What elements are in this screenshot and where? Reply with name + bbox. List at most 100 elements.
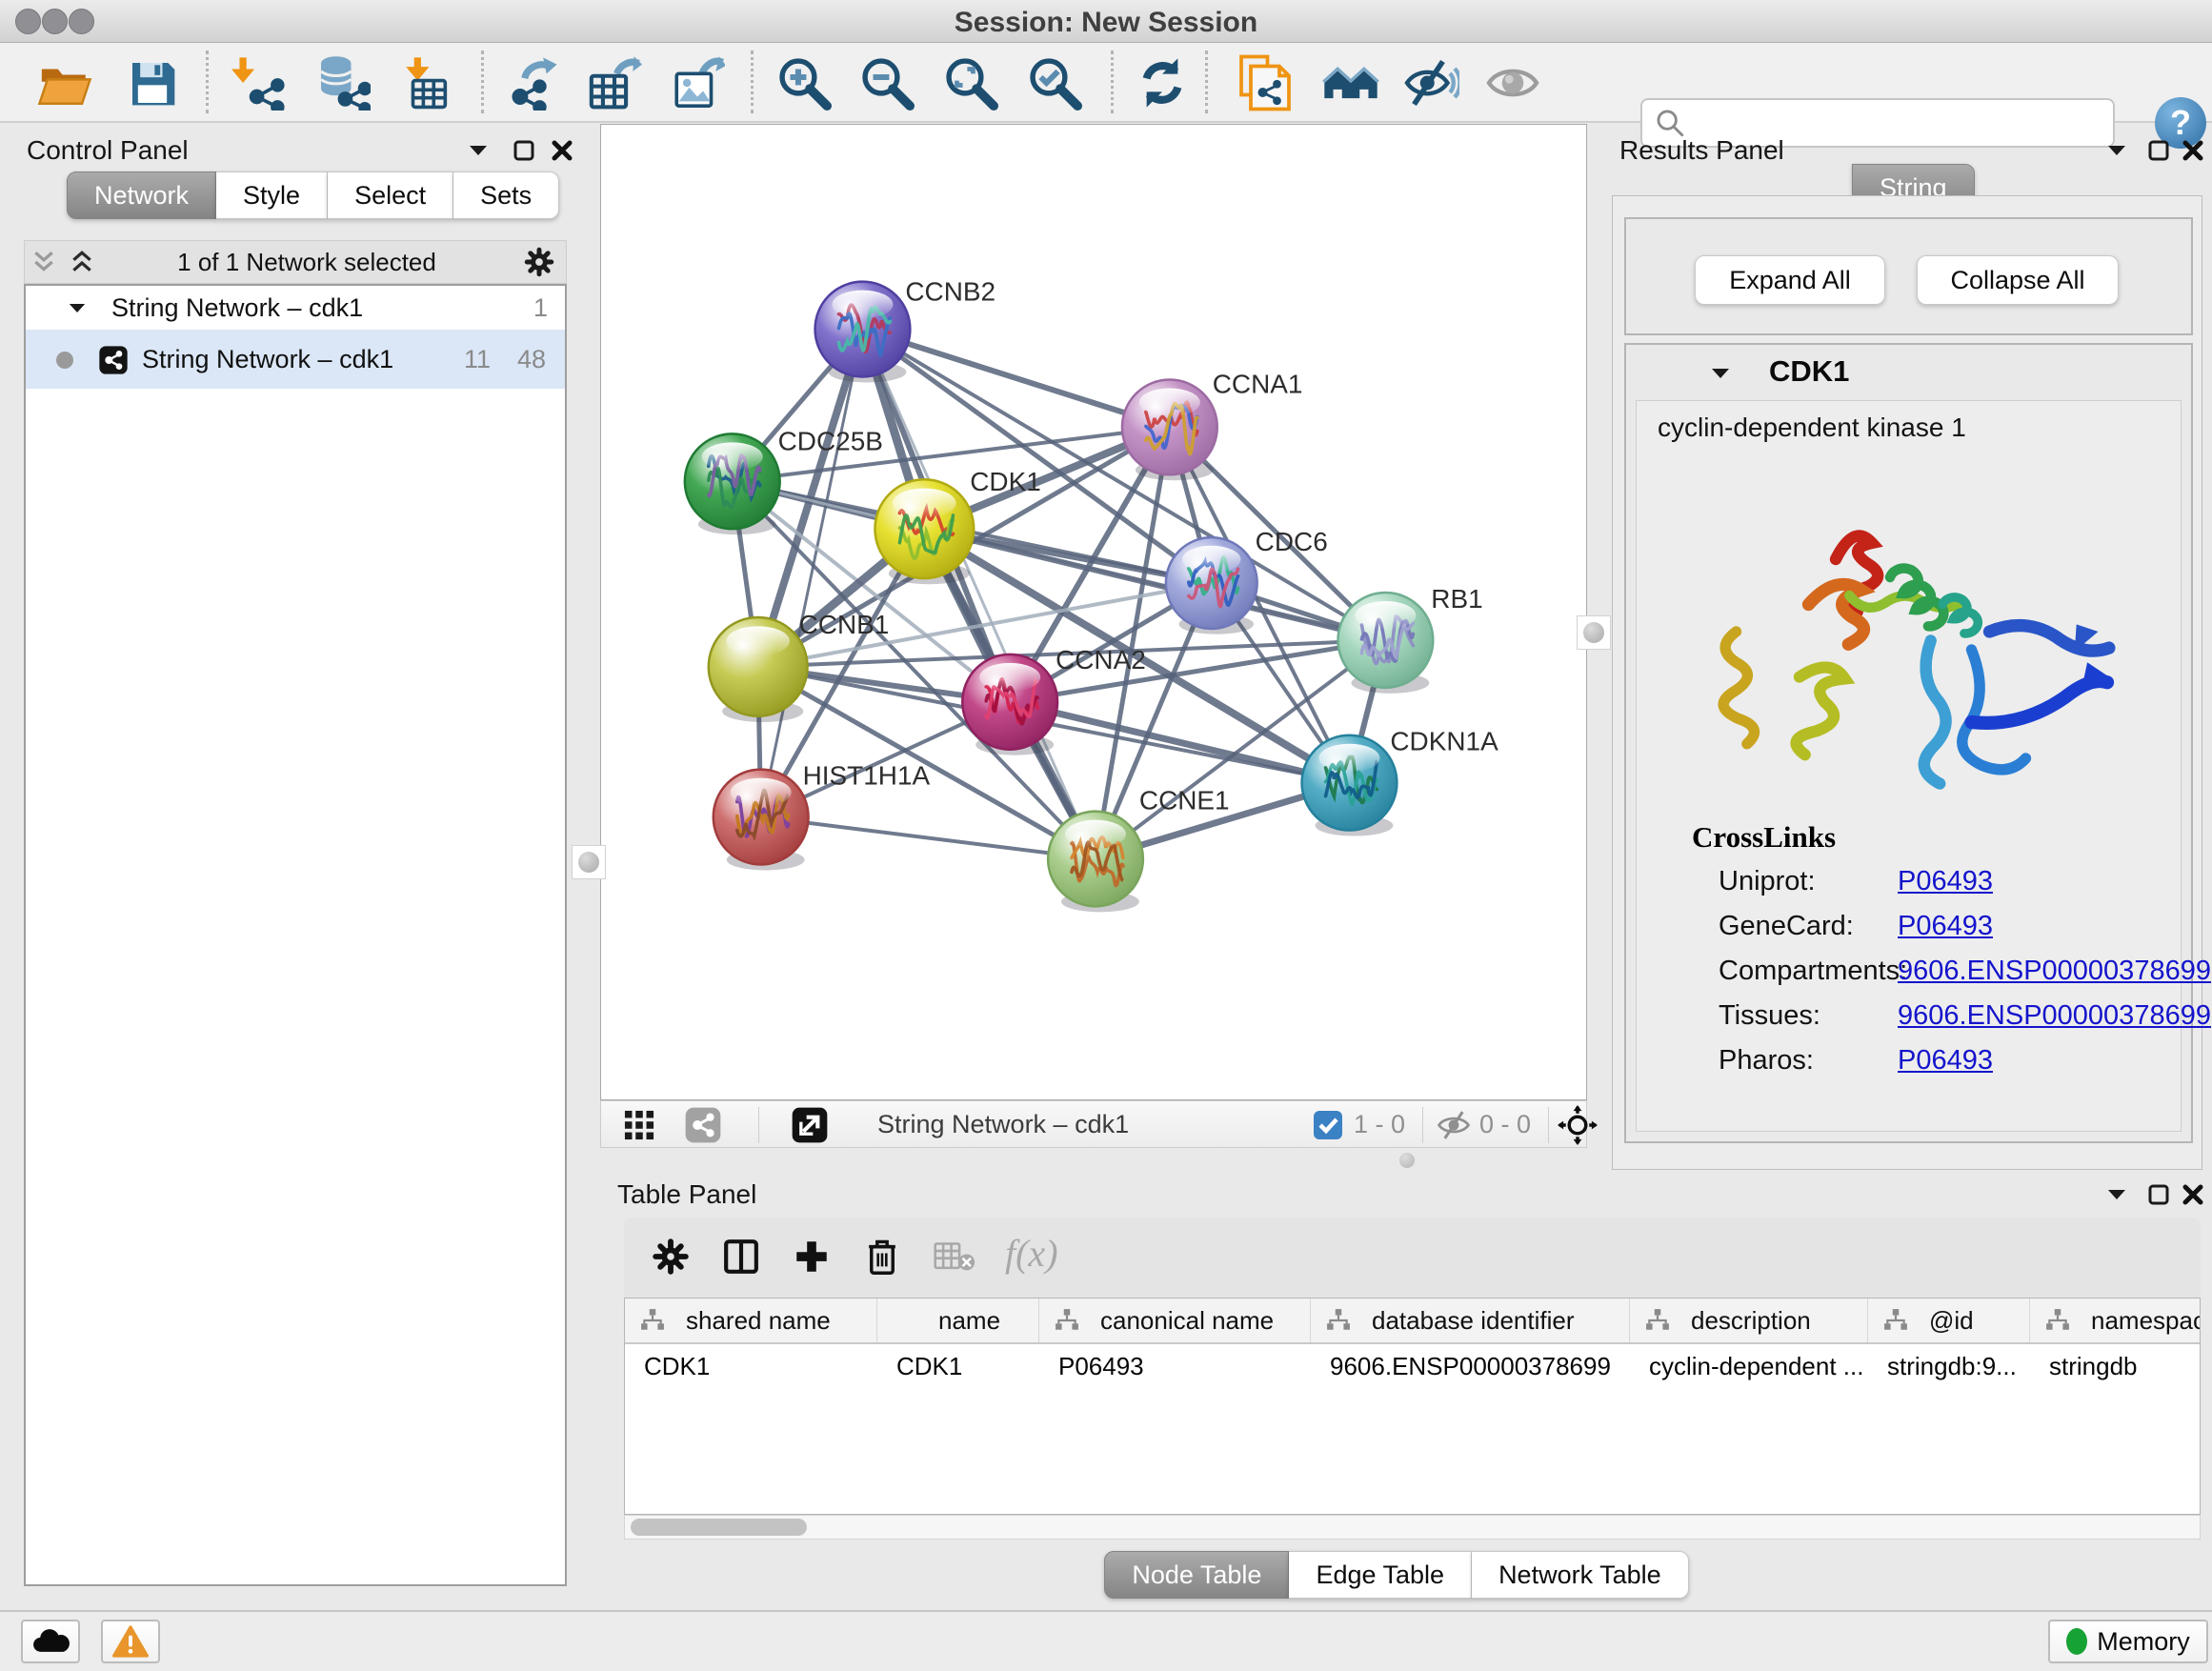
panel-close-icon[interactable] <box>2176 133 2210 168</box>
network-options-button[interactable] <box>513 245 566 279</box>
column-header-namespace[interactable]: namespace <box>2030 1299 2201 1342</box>
gene-expander-icon[interactable] <box>1710 366 1731 381</box>
column-header-name[interactable]: name <box>877 1299 1039 1342</box>
delete-table-button-disabled[interactable] <box>925 1227 984 1286</box>
main-toolbar: ? <box>0 43 2212 123</box>
tab-select[interactable]: Select <box>328 171 453 219</box>
table-cell-id[interactable]: stringdb:9... <box>1868 1344 2030 1388</box>
network-edge-HIST1H1A-CCNE1[interactable] <box>761 817 1096 859</box>
zoom-selected-button[interactable] <box>1024 52 1085 113</box>
function-builder-button[interactable]: f(x) <box>1005 1231 1058 1276</box>
delete-column-button[interactable] <box>853 1227 912 1286</box>
scrollbar-thumb[interactable] <box>631 1519 807 1536</box>
network-node-CDC6[interactable] <box>1166 537 1257 634</box>
tab-node-table[interactable]: Node Table <box>1104 1551 1289 1599</box>
network-node-CCNE1[interactable] <box>1048 812 1143 913</box>
panel-float-icon[interactable] <box>2142 133 2176 168</box>
network-node-label-RB1: RB1 <box>1431 584 1482 614</box>
network-canvas[interactable]: CCNB2CCNA1CDC25BCDK1CDC6RB1CCNB1CCNA2CDK… <box>600 124 1587 1100</box>
table-row[interactable]: CDK1CDK1P064939606.ENSP00000378699cyclin… <box>625 1344 2200 1388</box>
create-column-button[interactable] <box>782 1227 841 1286</box>
expand-all-button[interactable]: Expand All <box>1695 255 1885 305</box>
network-collection-row[interactable]: String Network – cdk1 1 <box>26 286 565 330</box>
open-view-in-window-button[interactable] <box>788 1105 832 1145</box>
table-cell-canonical-name[interactable]: P06493 <box>1039 1344 1311 1388</box>
crosslink-link[interactable]: P06493 <box>1898 911 1993 942</box>
export-table-button[interactable] <box>584 52 645 113</box>
tab-network-table[interactable]: Network Table <box>1472 1551 1689 1599</box>
column-header-canonical-name[interactable]: canonical name <box>1039 1299 1311 1342</box>
show-glass-button[interactable] <box>1482 52 1543 113</box>
bottom-splitter-handle[interactable] <box>1399 1153 1415 1168</box>
panel-close-icon[interactable] <box>2176 1178 2210 1212</box>
panel-float-icon[interactable] <box>507 133 541 168</box>
network-node-CDK1[interactable] <box>875 479 974 584</box>
warnings-button[interactable] <box>101 1620 160 1663</box>
toolbar-separator <box>751 50 754 113</box>
import-table-button[interactable] <box>396 52 457 113</box>
table-horizontal-scrollbar[interactable] <box>624 1515 2201 1540</box>
tab-style[interactable]: Style <box>216 171 328 219</box>
string-import-button[interactable] <box>1235 52 1296 113</box>
table-cell-namespace[interactable]: stringdb <box>2030 1344 2201 1388</box>
collapse-all-icon[interactable] <box>25 245 63 279</box>
center-view-button[interactable] <box>1556 1104 1599 1146</box>
crosslink-link[interactable]: P06493 <box>1898 1045 1993 1077</box>
network-node-RB1[interactable] <box>1337 593 1433 694</box>
crosslink-link[interactable]: 9606.ENSP00000378699 <box>1898 956 2211 987</box>
network-node-HIST1H1A[interactable] <box>714 770 809 871</box>
panel-menu-icon[interactable] <box>2100 133 2134 168</box>
crosslink-link[interactable]: P06493 <box>1898 866 1993 897</box>
column-header-database-identifier[interactable]: database identifier <box>1311 1299 1630 1342</box>
column-header-description[interactable]: description <box>1630 1299 1868 1342</box>
network-view-icon-button[interactable] <box>681 1105 725 1145</box>
zoom-out-button[interactable] <box>856 52 917 113</box>
network-node-CCNA1[interactable] <box>1122 379 1217 480</box>
right-splitter-handle[interactable] <box>1577 615 1611 650</box>
column-header-shared-name[interactable]: shared name <box>625 1299 877 1342</box>
table-options-button[interactable] <box>641 1227 700 1286</box>
import-table-icon <box>399 55 454 111</box>
tab-sets[interactable]: Sets <box>453 171 559 219</box>
birdseye-toggle-button[interactable] <box>618 1107 660 1143</box>
table-cell-shared-name[interactable]: CDK1 <box>625 1344 877 1388</box>
network-node-CDKN1A[interactable] <box>1302 735 1398 836</box>
expand-all-icon[interactable] <box>63 245 101 279</box>
export-image-button[interactable] <box>667 52 728 113</box>
gene-section-header[interactable]: CDK1 <box>1626 345 2191 398</box>
tab-network[interactable]: Network <box>67 171 216 219</box>
panel-float-icon[interactable] <box>2142 1178 2176 1212</box>
hide-glass-button[interactable] <box>1400 52 1461 113</box>
zoom-in-button[interactable] <box>774 52 835 113</box>
table-cell-description[interactable]: cyclin-dependent ... <box>1630 1344 1868 1388</box>
column-header-id[interactable]: @id <box>1868 1299 2030 1342</box>
collapse-all-button[interactable]: Collapse All <box>1917 255 2119 305</box>
network-row-selected[interactable]: String Network – cdk1 11 48 <box>26 330 565 389</box>
memory-button[interactable]: Memory <box>2048 1620 2208 1663</box>
zoom-fit-button[interactable] <box>940 52 1001 113</box>
refresh-button[interactable] <box>1132 52 1193 113</box>
network-edge-CCNA2-CDKN1A[interactable] <box>1010 702 1349 783</box>
network-node-CCNA2[interactable] <box>962 654 1057 755</box>
expander-icon[interactable] <box>68 301 87 315</box>
network-node-CCNB1[interactable] <box>709 617 808 722</box>
left-splitter-handle[interactable] <box>572 845 606 879</box>
save-session-button[interactable] <box>122 52 183 113</box>
zoom-in-icon <box>776 55 832 111</box>
export-network-button[interactable] <box>501 52 562 113</box>
crosslink-link[interactable]: 9606.ENSP00000378699 <box>1898 1000 2211 1032</box>
string-home-button[interactable] <box>1320 52 1381 113</box>
table-cell-name[interactable]: CDK1 <box>877 1344 1039 1388</box>
panel-menu-icon[interactable] <box>2100 1178 2134 1212</box>
open-session-button[interactable] <box>34 52 95 113</box>
cloud-status-button[interactable] <box>21 1620 80 1663</box>
import-network-from-database-button[interactable] <box>312 52 373 113</box>
panel-menu-icon[interactable] <box>461 133 495 168</box>
network-node-CDC25B[interactable] <box>685 433 780 534</box>
show-columns-button[interactable] <box>712 1227 771 1286</box>
selected-checkbox[interactable] <box>1314 1111 1342 1139</box>
panel-close-icon[interactable] <box>545 133 579 168</box>
import-network-button[interactable] <box>229 52 290 113</box>
table-cell-database-identifier[interactable]: 9606.ENSP00000378699 <box>1311 1344 1630 1388</box>
tab-edge-table[interactable]: Edge Table <box>1289 1551 1472 1599</box>
